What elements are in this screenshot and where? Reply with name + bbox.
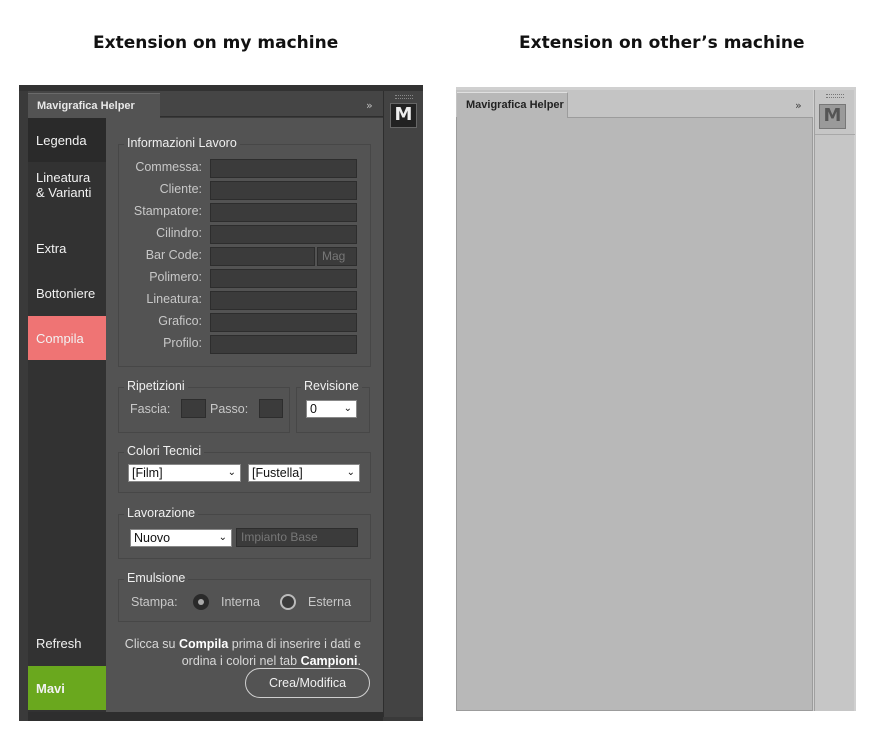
cliente-label: Cliente:: [159, 182, 202, 196]
interna-radio[interactable]: [193, 594, 209, 610]
sidebar-item-compila[interactable]: Compila: [28, 316, 106, 360]
dock-divider: [815, 134, 855, 135]
dock-grip-icon[interactable]: [395, 95, 413, 99]
dock-strip: M: [383, 91, 423, 717]
panel-bottom-strip: [28, 712, 383, 721]
cilindro-field[interactable]: [210, 225, 357, 244]
fascia-label: Fascia:: [130, 402, 171, 416]
tab-mavigrafica-helper[interactable]: Mavigrafica Helper: [457, 92, 568, 119]
grafico-field[interactable]: [210, 313, 357, 332]
extension-panel-blank: Mavigrafica Helper » M: [456, 87, 856, 711]
lavorazione-title: Lavorazione: [124, 506, 199, 520]
chevron-down-icon: ⌄: [346, 467, 355, 478]
bar-code-label: Bar Code:: [145, 248, 202, 262]
collapse-panel-icon[interactable]: »: [366, 99, 373, 112]
panel-content: Legenda Lineatura & Varianti Extra Botto…: [28, 118, 383, 712]
tab-mavigrafica-helper[interactable]: Mavigrafica Helper: [28, 93, 160, 119]
sidebar-item-refresh[interactable]: Refresh: [28, 621, 106, 665]
revisione-select[interactable]: 0 ⌄: [306, 400, 357, 418]
film-selected: [Film]: [132, 466, 163, 480]
stampatore-field[interactable]: [210, 203, 357, 222]
film-select[interactable]: [Film] ⌄: [128, 464, 241, 482]
sidebar-item-legenda[interactable]: Legenda: [28, 118, 106, 162]
caption-my-machine: Extension on my machine: [93, 33, 339, 53]
collapse-panel-icon[interactable]: »: [795, 99, 802, 112]
lavorazione-select[interactable]: Nuovo ⌄: [130, 529, 232, 547]
sidebar-item-lineatura-varianti[interactable]: Lineatura & Varianti: [28, 163, 106, 207]
sidebar-item-mavi[interactable]: Mavi: [28, 666, 106, 710]
sidebar-item-bottoniere[interactable]: Bottoniere: [28, 271, 106, 315]
tab-label: Mavigrafica Helper: [37, 100, 135, 112]
impianto-base-field[interactable]: Impianto Base: [236, 528, 358, 547]
info-text: Clicca su Compila prima di inserire i da…: [124, 637, 361, 668]
cilindro-label: Cilindro:: [156, 226, 202, 240]
esterna-label: Esterna: [308, 595, 352, 609]
cliente-field[interactable]: [210, 181, 357, 200]
fascia-field[interactable]: [181, 399, 206, 418]
polimero-field[interactable]: [210, 269, 357, 288]
caption-other-machine: Extension on other’s machine: [519, 33, 805, 53]
dock-grip-icon[interactable]: [826, 94, 844, 98]
emulsione-title: Emulsione: [124, 571, 189, 585]
chevron-down-icon: ⌄: [227, 467, 236, 478]
lavorazione-selected: Nuovo: [134, 531, 171, 545]
grafico-label: Grafico:: [158, 314, 202, 328]
extension-panel-working: Mavigrafica Helper » Legenda Lineatura &…: [19, 85, 423, 721]
stampa-label: Stampa:: [131, 595, 178, 609]
mavigrafica-logo-icon[interactable]: M: [390, 103, 417, 128]
passo-label: Passo:: [210, 402, 249, 416]
fustella-select[interactable]: [Fustella] ⌄: [248, 464, 360, 482]
polimero-label: Polimero:: [149, 270, 202, 284]
lineatura-field[interactable]: [210, 291, 357, 310]
fustella-selected: [Fustella]: [252, 466, 303, 480]
chevron-down-icon: ⌄: [218, 532, 227, 543]
ripetizioni-title: Ripetizioni: [124, 379, 188, 393]
panel-content-empty: [456, 118, 813, 711]
tab-label: Mavigrafica Helper: [466, 99, 564, 111]
revisione-title: Revisione: [301, 379, 362, 393]
dock-strip: M: [814, 90, 855, 711]
colori-tecnici-title: Colori Tecnici: [124, 444, 205, 458]
passo-field[interactable]: [259, 399, 283, 418]
crea-modifica-button[interactable]: Crea/Modifica: [245, 668, 370, 698]
revisione-selected: 0: [310, 402, 317, 416]
profilo-label: Profilo:: [163, 336, 202, 350]
profilo-field[interactable]: [210, 335, 357, 354]
sidebar-item-extra[interactable]: Extra: [28, 226, 106, 270]
commessa-field[interactable]: [210, 159, 357, 178]
esterna-radio[interactable]: [280, 594, 296, 610]
commessa-label: Commessa:: [135, 160, 202, 174]
lineatura-label: Lineatura:: [146, 292, 202, 306]
sidebar: Legenda Lineatura & Varianti Extra Botto…: [28, 118, 106, 712]
interna-label: Interna: [221, 595, 260, 609]
chevron-down-icon: ⌄: [343, 403, 352, 414]
stampatore-label: Stampatore:: [133, 204, 202, 218]
mavigrafica-logo-icon[interactable]: M: [819, 104, 846, 129]
mag-field[interactable]: Mag: [317, 247, 357, 266]
informazioni-lavoro-title: Informazioni Lavoro: [124, 136, 240, 150]
bar-code-field[interactable]: [210, 247, 315, 266]
